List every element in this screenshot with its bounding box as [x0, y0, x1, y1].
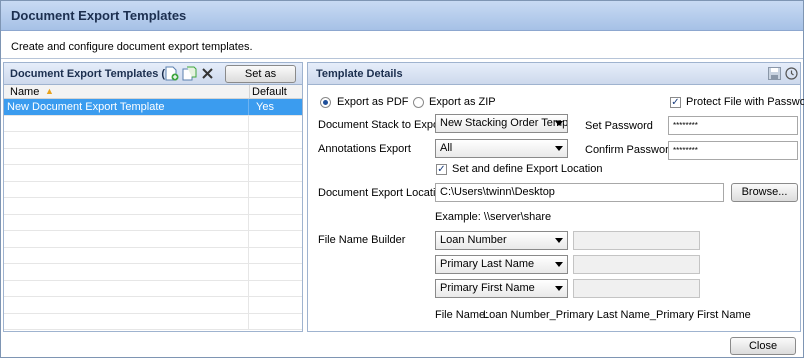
document-stack-value: New Stacking Order Templa [440, 117, 568, 129]
file-name-field-2-value: Primary Last Name [440, 258, 535, 270]
chevron-down-icon [555, 286, 563, 291]
browse-button[interactable]: Browse... [731, 183, 798, 202]
template-name-cell: New Document Export Template [4, 99, 249, 115]
set-as-default-button[interactable]: Set as Default [225, 65, 296, 96]
add-template-icon[interactable] [164, 66, 179, 81]
export-pdf-radio[interactable] [320, 97, 331, 108]
annotations-export-label: Annotations Export [318, 143, 411, 155]
confirm-password-label: Confirm Password [585, 144, 675, 156]
confirm-password-field[interactable]: ******** [668, 141, 798, 160]
protect-password-checkbox[interactable]: ✓ [670, 97, 681, 108]
file-name-field-2-text [573, 255, 700, 274]
set-export-location-label: Set and define Export Location [452, 163, 603, 175]
export-pdf-label: Export as PDF [337, 96, 409, 108]
templates-table-body: New Document Export Template Yes [4, 99, 302, 330]
file-name-field-1-value: Loan Number [440, 234, 507, 246]
file-name-field-1-text [573, 231, 700, 250]
templates-panel-header: Document Export Templates (1) Set as Def… [4, 63, 302, 96]
save-icon[interactable] [768, 67, 781, 80]
table-row[interactable]: New Document Export Template Yes [4, 99, 302, 116]
name-column-header[interactable]: Name [10, 86, 39, 98]
templates-panel: Document Export Templates (1) Set as Def… [3, 62, 303, 332]
chevron-down-icon [555, 121, 563, 126]
chevron-down-icon [555, 262, 563, 267]
export-zip-radio[interactable] [413, 97, 424, 108]
chevron-down-icon [555, 146, 563, 151]
chevron-down-icon [555, 238, 563, 243]
file-name-field-1-select[interactable]: Loan Number [435, 231, 568, 250]
template-details-header: Template Details [308, 63, 800, 85]
file-name-label: File Name: [435, 309, 489, 321]
templates-table-header: Name ▲ Default [4, 85, 302, 99]
templates-panel-title: Document Export Templates (1) [10, 68, 175, 80]
set-password-label: Set Password [585, 120, 653, 132]
export-zip-label: Export as ZIP [429, 96, 496, 108]
file-name-field-3-text [573, 279, 700, 298]
export-location-label: Document Export Location [318, 187, 448, 199]
document-stack-select[interactable]: New Stacking Order Templa [435, 114, 568, 133]
sort-ascending-icon: ▲ [45, 86, 54, 96]
template-details-title: Template Details [316, 68, 403, 80]
empty-row [4, 313, 302, 330]
file-name-field-3-value: Primary First Name [440, 282, 535, 294]
close-button[interactable]: Close [730, 337, 796, 355]
file-name-field-3-select[interactable]: Primary First Name [435, 279, 568, 298]
annotations-export-value: All [440, 142, 453, 154]
column-divider [249, 85, 250, 99]
title-bar: Document Export Templates [1, 1, 803, 31]
document-stack-label: Document Stack to Export [318, 119, 446, 131]
empty-row [4, 297, 302, 314]
set-export-location-checkbox[interactable]: ✓ [436, 164, 447, 175]
file-name-preview: Loan Number_Primary Last Name_Primary Fi… [483, 309, 751, 321]
export-location-input[interactable]: C:\Users\twinn\Desktop [435, 183, 724, 202]
empty-row [4, 198, 302, 215]
copy-template-icon[interactable] [182, 66, 197, 81]
empty-row [4, 214, 302, 231]
empty-row [4, 132, 302, 149]
delete-template-icon[interactable] [200, 66, 215, 81]
default-column-header[interactable]: Default [252, 86, 287, 98]
empty-row [4, 264, 302, 281]
empty-row [4, 280, 302, 297]
empty-row [4, 165, 302, 182]
document-export-templates-window: Document Export Templates Create and con… [0, 0, 804, 358]
empty-row [4, 231, 302, 248]
empty-row [4, 181, 302, 198]
empty-row [4, 247, 302, 264]
window-description: Create and configure document export tem… [11, 41, 253, 53]
annotations-export-select[interactable]: All [435, 139, 568, 158]
template-default-cell: Yes [256, 101, 274, 113]
file-name-builder-label: File Name Builder [318, 234, 406, 246]
protect-password-label: Protect File with Password [686, 96, 804, 108]
file-name-field-2-select[interactable]: Primary Last Name [435, 255, 568, 274]
divider [1, 58, 803, 59]
empty-row [4, 148, 302, 165]
reset-icon[interactable] [785, 67, 798, 80]
template-details-panel: Template Details Export as PDF Export as… [307, 62, 804, 332]
export-location-example: Example: \\server\share [435, 211, 552, 223]
empty-row [4, 115, 302, 132]
window-title: Document Export Templates [11, 8, 187, 23]
set-password-field[interactable]: ******** [668, 116, 798, 135]
